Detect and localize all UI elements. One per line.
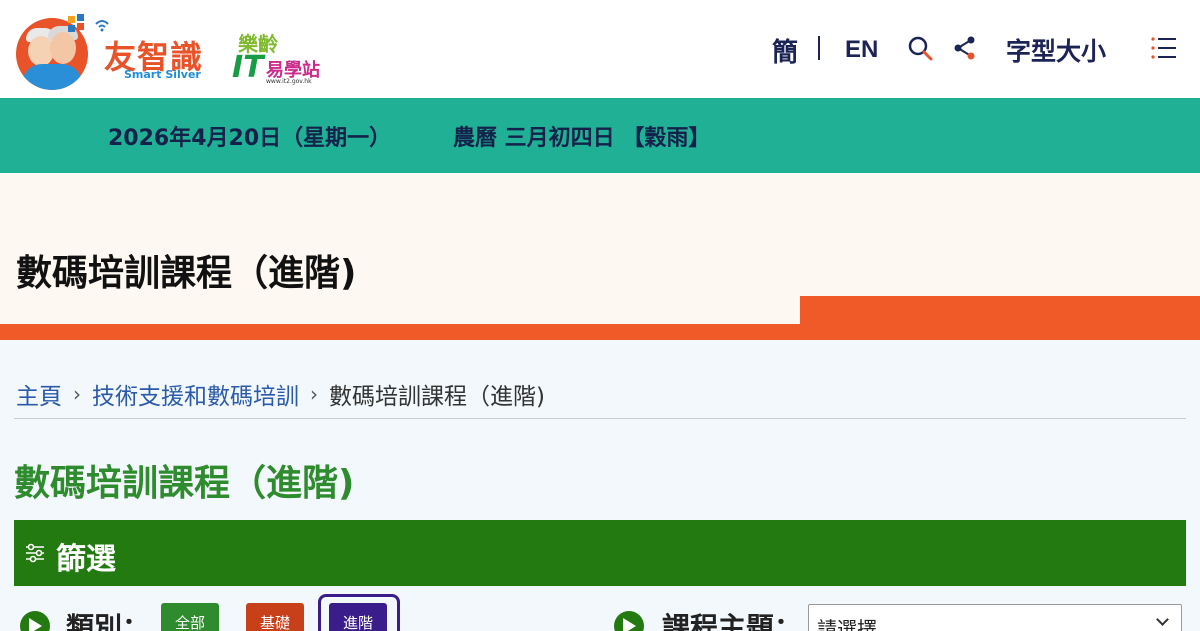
page-title: 數碼培訓課程（進階)	[14, 463, 355, 504]
font-size-button[interactable]: 字型大小	[1006, 30, 1106, 70]
arrow-right-icon	[20, 611, 50, 631]
current-date: 2026年4月20日（星期一）	[108, 126, 392, 151]
topic-select-value: 請選擇	[817, 617, 877, 631]
date-bar: 2026年4月20日（星期一） 農曆 三月初四日 【穀雨】	[0, 98, 1200, 173]
chevron-down-icon	[1156, 613, 1169, 626]
partner-logo-url: www.it2.gov.hk	[266, 78, 312, 85]
hero-title: 數碼培訓課程（進階)	[16, 253, 357, 294]
site-header: 友智識 Smart Silver 樂齡 IT 易學站 www.it2.gov.h…	[0, 0, 1200, 98]
filter-toggle-bar[interactable]: 篩選	[14, 520, 1186, 586]
search-icon	[906, 34, 934, 66]
menu-button[interactable]	[1150, 30, 1178, 70]
lang-divider	[818, 36, 820, 60]
topic-select[interactable]: 請選擇	[808, 604, 1182, 631]
category-label: 類別：	[66, 611, 151, 631]
search-button[interactable]	[906, 30, 936, 70]
filter-chip-basic[interactable]: 基礎	[246, 603, 304, 631]
filter-sliders-icon	[24, 542, 46, 564]
filter-chip-all[interactable]: 全部	[161, 603, 219, 631]
site-logo[interactable]: 友智識 Smart Silver 樂齡 IT 易學站 www.it2.gov.h…	[16, 14, 336, 90]
filter-chip-advanced[interactable]: 進階	[329, 603, 387, 631]
breadcrumb-divider	[14, 418, 1186, 419]
menu-icon	[1150, 35, 1178, 65]
arrow-right-icon	[614, 611, 644, 631]
filter-heading: 篩選	[56, 542, 116, 577]
lang-simplified-link[interactable]: 簡	[772, 30, 798, 70]
chevron-right-icon: ›	[73, 382, 81, 406]
share-button[interactable]	[952, 30, 982, 70]
lunar-date: 農曆 三月初四日 【穀雨】	[453, 126, 711, 151]
share-icon	[952, 35, 978, 65]
breadcrumb-support-link[interactable]: 技術支援和數碼培訓	[92, 377, 299, 411]
topic-label: 課程主題：	[662, 611, 803, 631]
breadcrumb-home-link[interactable]: 主頁	[16, 377, 62, 411]
breadcrumb-current: 數碼培訓課程（進階)	[329, 384, 545, 410]
hero-accent-stripe	[0, 324, 1200, 340]
lang-english-link[interactable]: EN	[845, 30, 878, 70]
partner-logo-it: IT	[232, 50, 264, 85]
chevron-right-icon: ›	[310, 382, 318, 406]
logo-subtitle: Smart Silver	[124, 68, 201, 81]
breadcrumb: 主頁 › 技術支援和數碼培訓 › 數碼培訓課程（進階)	[16, 378, 545, 410]
